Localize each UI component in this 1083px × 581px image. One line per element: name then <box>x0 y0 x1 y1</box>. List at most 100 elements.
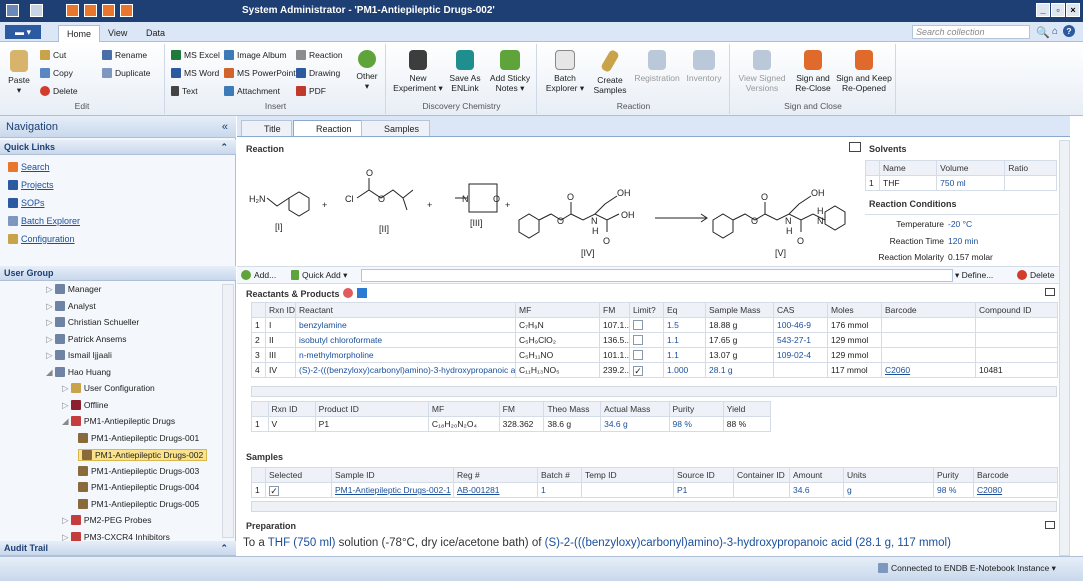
quick-link-search[interactable]: Search <box>8 162 50 172</box>
new-experiment-button[interactable]: New Experiment ▾ <box>393 50 443 93</box>
tree-item-pm1-003[interactable]: PM1-Antiepileptic Drugs-003 <box>78 465 199 476</box>
column-header[interactable]: Reactant <box>295 302 516 318</box>
delete-button[interactable]: Delete <box>40 86 78 96</box>
tree-item-pm1-antiepileptic-drugs[interactable]: ◢ PM1-Antiepileptic Drugs <box>62 416 175 427</box>
sample-row[interactable]: 1 ✓ PM1-Antiepileptic Drugs-002-1 AB-001281… <box>251 482 1058 498</box>
limit-checkbox[interactable] <box>633 320 643 330</box>
expand-arrow-icon[interactable]: ◢ <box>62 416 71 426</box>
column-header[interactable]: Limit? <box>629 302 664 318</box>
samples-hscrollbar[interactable] <box>251 501 1057 512</box>
column-header[interactable]: Sample Mass <box>705 302 774 318</box>
reactant-row[interactable]: 1 Ibenzylamine C₇H₉N 107.1... 1.5 18.88 g 100-… <box>251 317 1058 333</box>
preparation-text[interactable]: To a THF (750 ml) solution (-78°C, dry i… <box>243 537 951 549</box>
column-header[interactable]: Amount <box>789 467 844 483</box>
collapse-nav-icon[interactable]: « <box>222 116 228 138</box>
ms-excel-button[interactable]: MS Excel <box>171 50 220 60</box>
tab-reaction[interactable]: Reaction <box>293 120 363 136</box>
user-group-header[interactable]: User Group <box>0 266 236 281</box>
tree-item-patrick-ansems[interactable]: ▷ Patrick Ansems <box>46 333 126 345</box>
column-header[interactable]: Barcode <box>973 467 1058 483</box>
rename-button[interactable]: Rename <box>102 50 147 60</box>
column-header[interactable]: MF <box>515 302 600 318</box>
qa-home-icon[interactable] <box>120 4 133 17</box>
chevron-up-icon[interactable]: ⌃ <box>220 541 228 556</box>
reactants-settings-icon[interactable] <box>343 288 353 298</box>
quick-link-configuration[interactable]: Configuration <box>8 234 75 244</box>
main-vscrollbar[interactable] <box>1059 140 1070 556</box>
tab-title[interactable]: Title <box>241 120 292 136</box>
limit-checkbox[interactable] <box>633 335 643 345</box>
expand-arrow-icon[interactable]: ▷ <box>46 350 55 360</box>
define-button[interactable]: ▾ Define... <box>955 270 993 281</box>
reactant-cell-limit[interactable] <box>629 347 664 363</box>
collapse-ribbon-icon[interactable]: ⌂ <box>1052 26 1058 37</box>
close-button[interactable]: × <box>1066 3 1080 17</box>
create-samples-button[interactable]: Create Samples <box>590 48 630 95</box>
expand-arrow-icon[interactable]: ◢ <box>46 367 55 377</box>
column-header[interactable]: Compound ID <box>975 302 1058 318</box>
reactant-cell-limit[interactable]: ✓ <box>629 362 664 378</box>
search-collection-input[interactable]: Search collection <box>912 25 1030 39</box>
pdf-button[interactable]: PDF <box>296 86 326 96</box>
expand-arrow-icon[interactable]: ▷ <box>46 317 55 327</box>
other-button[interactable]: Other ▾ <box>352 50 382 91</box>
tree-item-pm1-005[interactable]: PM1-Antiepileptic Drugs-005 <box>78 498 199 509</box>
column-header[interactable]: Rxn ID <box>265 302 296 318</box>
ms-powerpoint-button[interactable]: MS PowerPoint <box>224 68 296 78</box>
limit-checkbox[interactable] <box>633 350 643 360</box>
product-row[interactable]: 1 V P1 C₁₈H₂₀N₂O₄ 328.362 38.6 g 34.6 g 98 % 88 … <box>251 416 772 432</box>
tree-item-pm2-peg-probes[interactable]: ▷ PM2-PEG Probes <box>62 515 151 526</box>
tree-item-pm1-001[interactable]: PM1-Antiepileptic Drugs-001 <box>78 432 199 443</box>
add-sticky-notes-button[interactable]: Add Sticky Notes ▾ <box>487 50 533 93</box>
drawing-button[interactable]: Drawing <box>296 68 340 78</box>
qa-forward-icon[interactable] <box>102 4 115 17</box>
column-header[interactable]: Moles <box>827 302 882 318</box>
solvents-collapse-icon[interactable] <box>849 142 861 152</box>
reactants-collapse-icon[interactable] <box>1045 288 1055 296</box>
quick-add-button[interactable]: Quick Add ▾ <box>291 270 347 281</box>
quick-link-projects[interactable]: Projects <box>8 180 54 190</box>
reactants-tag-icon[interactable] <box>357 288 367 298</box>
column-header[interactable]: FM <box>498 401 545 417</box>
audit-trail-header[interactable]: Audit Trail ⌃ <box>0 541 236 556</box>
reactant-row[interactable]: 2 II isobutyl chloroformate C₅H₉ClO₂ 136.5..… <box>251 332 1058 348</box>
save-icon[interactable] <box>30 4 43 17</box>
image-album-button[interactable]: Image Album <box>224 50 287 60</box>
column-header[interactable]: Barcode <box>881 302 976 318</box>
tree-item-manager[interactable]: ▷ Manager <box>46 284 101 295</box>
sign-and-keep-reopened-button[interactable]: Sign and Keep Re-Opened <box>835 50 893 93</box>
column-header[interactable]: Source ID <box>673 467 734 483</box>
column-header[interactable]: Purity <box>933 467 974 483</box>
column-header[interactable]: CAS <box>773 302 828 318</box>
column-header[interactable]: MF <box>427 401 500 417</box>
app-menu-icon[interactable] <box>6 4 19 17</box>
expand-arrow-icon[interactable]: ▷ <box>62 532 71 542</box>
column-header[interactable]: Batch # <box>537 467 582 483</box>
chevron-up-icon[interactable]: ⌃ <box>220 140 228 155</box>
inventory-button[interactable]: Inventory <box>682 50 726 83</box>
cut-button[interactable]: Cut <box>40 50 66 60</box>
limit-checkbox[interactable]: ✓ <box>633 366 643 376</box>
qa-new-icon[interactable] <box>66 4 79 17</box>
column-header[interactable]: Rxn ID <box>267 401 316 417</box>
quick-link-batch-explorer[interactable]: Batch Explorer <box>8 216 80 226</box>
reactant-cell-limit[interactable] <box>629 332 664 348</box>
qa-back-icon[interactable] <box>84 4 97 17</box>
add-button[interactable]: Add... <box>241 270 276 280</box>
column-header[interactable]: Container ID <box>733 467 790 483</box>
quick-add-input[interactable] <box>361 269 953 282</box>
attachment-button[interactable]: Attachment <box>224 86 280 96</box>
expand-arrow-icon[interactable]: ▷ <box>62 515 71 525</box>
batch-explorer-button[interactable]: Batch Explorer ▾ <box>542 50 588 93</box>
tree-scrollbar[interactable] <box>222 284 234 538</box>
quick-links-header[interactable]: Quick Links ⌃ <box>0 140 236 155</box>
file-menu-button[interactable]: ▬ ▾ <box>5 25 41 39</box>
reactant-cell-limit[interactable] <box>629 317 664 333</box>
expand-arrow-icon[interactable]: ▷ <box>46 284 55 294</box>
column-header[interactable]: FM <box>599 302 630 318</box>
temperature-value[interactable]: -20 °C <box>948 219 972 229</box>
copy-button[interactable]: Copy <box>40 68 73 78</box>
paste-button[interactable]: Paste ▾ <box>4 50 34 95</box>
tree-item-offline[interactable]: ▷ Offline <box>62 399 108 411</box>
sample-cell-sel[interactable]: ✓ <box>265 482 332 498</box>
